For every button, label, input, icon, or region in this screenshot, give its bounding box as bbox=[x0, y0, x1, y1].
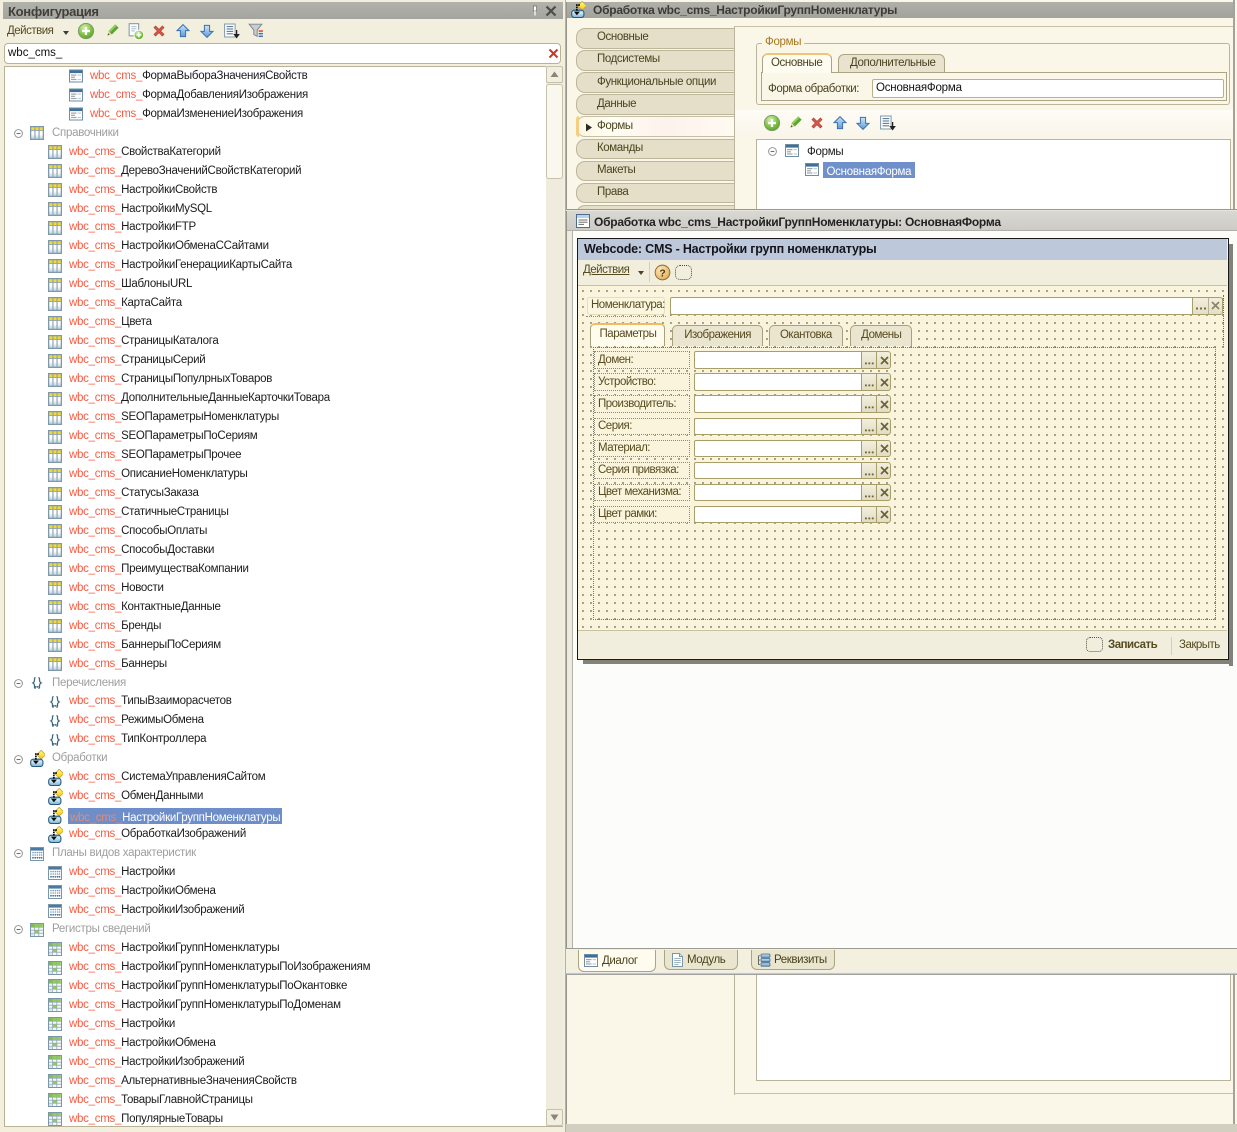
svg-text:?: ? bbox=[659, 268, 665, 279]
